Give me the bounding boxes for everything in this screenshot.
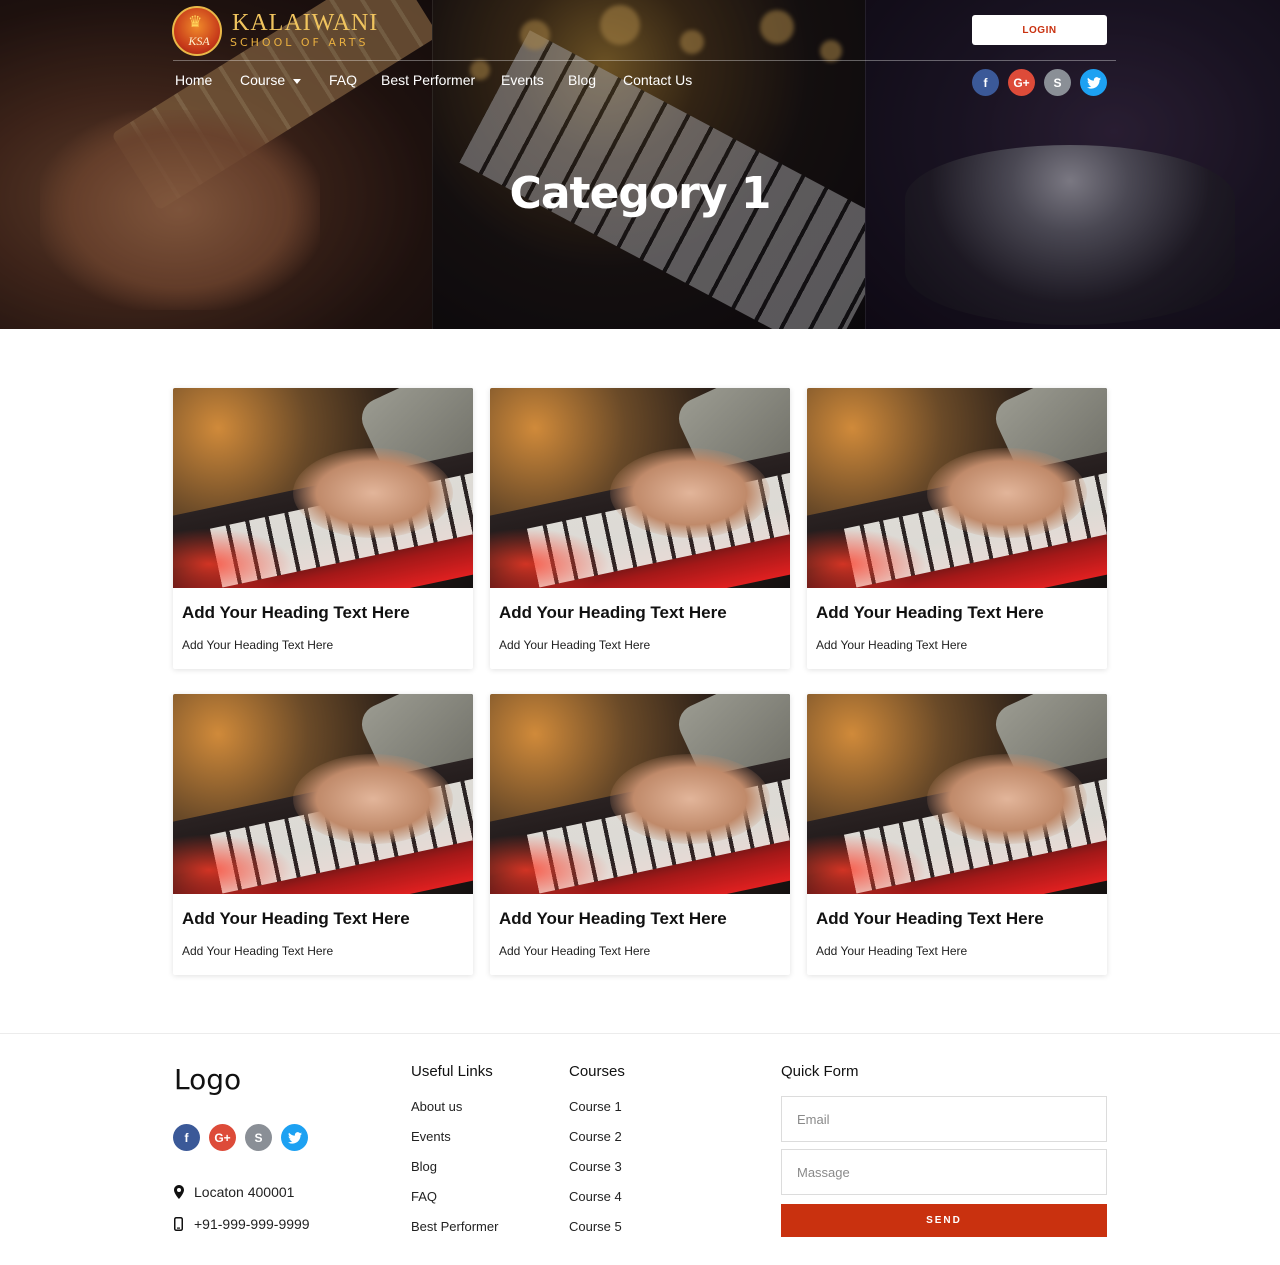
footer-link-about-us[interactable]: About us <box>411 1099 462 1114</box>
card-subtitle: Add Your Heading Text Here <box>816 944 968 958</box>
course-card[interactable]: Add Your Heading Text Here Add Your Head… <box>807 694 1107 975</box>
course-card[interactable]: Add Your Heading Text Here Add Your Head… <box>173 694 473 975</box>
map-pin-icon <box>174 1185 194 1199</box>
location-text: Locaton 400001 <box>194 1184 295 1200</box>
footer-link-faq[interactable]: FAQ <box>411 1189 437 1204</box>
nav-best-performer[interactable]: Best Performer <box>381 72 475 88</box>
brand-subtitle: SCHOOL OF ARTS <box>230 36 369 49</box>
crest-emblem: ♛ KSA <box>172 6 222 56</box>
nav-faq[interactable]: FAQ <box>329 72 357 88</box>
courses-heading: Courses <box>569 1063 625 1080</box>
useful-links-heading: Useful Links <box>411 1063 493 1080</box>
nav-course[interactable]: Course <box>240 72 302 88</box>
card-title: Add Your Heading Text Here <box>499 603 727 622</box>
skype-icon[interactable]: S <box>245 1124 272 1151</box>
footer-course-1[interactable]: Course 1 <box>569 1099 622 1114</box>
footer-logo[interactable]: Logo <box>174 1063 241 1096</box>
google-plus-icon[interactable]: G+ <box>209 1124 236 1151</box>
footer-link-events[interactable]: Events <box>411 1129 451 1144</box>
card-title: Add Your Heading Text Here <box>182 909 410 928</box>
crown-icon: ♛ <box>188 14 203 31</box>
footer-course-5[interactable]: Course 5 <box>569 1219 622 1234</box>
card-image <box>807 694 1107 894</box>
card-image <box>807 388 1107 588</box>
course-card[interactable]: Add Your Heading Text Here Add Your Head… <box>490 388 790 669</box>
nav-events[interactable]: Events <box>501 72 544 88</box>
card-subtitle: Add Your Heading Text Here <box>182 944 334 958</box>
footer-course-4[interactable]: Course 4 <box>569 1189 622 1204</box>
hero-banner: ♛ KSA KALAIWANI SCHOOL OF ARTS LOGIN Hom… <box>0 0 1280 329</box>
footer-course-2[interactable]: Course 2 <box>569 1129 622 1144</box>
card-title: Add Your Heading Text Here <box>816 909 1044 928</box>
brand-name: KALAIWANI <box>232 10 379 36</box>
footer-link-blog[interactable]: Blog <box>411 1159 437 1174</box>
footer-link-best-performer[interactable]: Best Performer <box>411 1219 498 1234</box>
card-image <box>490 388 790 588</box>
card-subtitle: Add Your Heading Text Here <box>182 638 334 652</box>
facebook-icon[interactable]: f <box>972 69 999 96</box>
caret-down-icon <box>293 78 302 84</box>
nav-blog[interactable]: Blog <box>568 72 596 88</box>
quick-form-heading: Quick Form <box>781 1063 859 1080</box>
course-card[interactable]: Add Your Heading Text Here Add Your Head… <box>173 388 473 669</box>
email-field[interactable] <box>781 1096 1107 1142</box>
header-social-links: f G+ S <box>972 69 1116 96</box>
card-image <box>173 388 473 588</box>
nav-home[interactable]: Home <box>175 72 212 88</box>
footer-location: Locaton 400001 <box>174 1184 294 1200</box>
card-image <box>490 694 790 894</box>
footer-social-links: f G+ S <box>173 1124 317 1151</box>
send-button[interactable]: SEND <box>781 1204 1107 1237</box>
twitter-icon[interactable] <box>281 1124 308 1151</box>
site-logo[interactable]: ♛ KSA KALAIWANI SCHOOL OF ARTS <box>172 4 387 56</box>
course-card[interactable]: Add Your Heading Text Here Add Your Head… <box>490 694 790 975</box>
facebook-icon[interactable]: f <box>173 1124 200 1151</box>
card-subtitle: Add Your Heading Text Here <box>499 944 651 958</box>
nav-course-label: Course <box>240 72 286 88</box>
phone-text[interactable]: +91-999-999-9999 <box>194 1216 310 1232</box>
twitter-icon[interactable] <box>1080 69 1107 96</box>
nav-divider <box>173 60 1116 61</box>
footer-course-3[interactable]: Course 3 <box>569 1159 622 1174</box>
card-title: Add Your Heading Text Here <box>816 603 1044 622</box>
nav-contact-us[interactable]: Contact Us <box>623 72 692 88</box>
phone-icon <box>174 1217 194 1231</box>
message-field[interactable] <box>781 1149 1107 1195</box>
page-title: Category 1 <box>509 168 772 219</box>
login-button[interactable]: LOGIN <box>972 15 1107 45</box>
card-subtitle: Add Your Heading Text Here <box>499 638 651 652</box>
course-card[interactable]: Add Your Heading Text Here Add Your Head… <box>807 388 1107 669</box>
card-title: Add Your Heading Text Here <box>499 909 727 928</box>
skype-icon[interactable]: S <box>1044 69 1071 96</box>
card-image <box>173 694 473 894</box>
google-plus-icon[interactable]: G+ <box>1008 69 1035 96</box>
footer-phone: +91-999-999-9999 <box>174 1216 310 1232</box>
card-title: Add Your Heading Text Here <box>182 603 410 622</box>
footer-divider <box>0 1033 1280 1034</box>
card-subtitle: Add Your Heading Text Here <box>816 638 968 652</box>
